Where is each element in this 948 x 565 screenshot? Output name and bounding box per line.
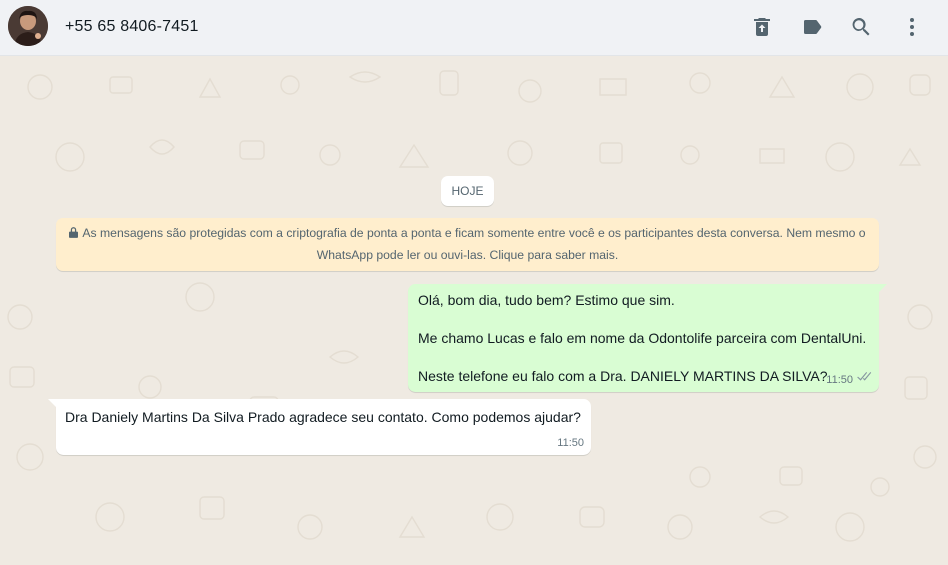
encryption-notice[interactable]: As mensagens são protegidas com a cripto…: [56, 218, 879, 271]
message-time: 11:50: [557, 437, 584, 449]
search-icon[interactable]: [849, 15, 873, 39]
delete-icon[interactable]: [750, 15, 774, 39]
message-line: Neste telefone eu falo com a Dra. DANIEL…: [418, 368, 828, 384]
message-meta: 11:50: [826, 372, 872, 388]
label-icon[interactable]: [800, 15, 824, 39]
incoming-message[interactable]: Dra Daniely Martins Da Silva Prado agrad…: [48, 399, 591, 455]
lock-icon: [69, 224, 79, 245]
message-text: Dra Daniely Martins Da Silva Prado agrad…: [65, 409, 581, 425]
message-line: Me chamo Lucas e falo em nome da Odontol…: [418, 330, 867, 346]
message-time: 11:50: [826, 373, 853, 386]
contact-name[interactable]: +55 65 8406-7451: [65, 18, 199, 36]
chat-area: HOJE As mensagens são protegidas com a c…: [0, 57, 948, 565]
menu-icon[interactable]: [900, 15, 924, 39]
encryption-notice-text: As mensagens são protegidas com a cripto…: [82, 226, 866, 262]
date-divider: HOJE: [441, 176, 494, 206]
contact-avatar[interactable]: [8, 6, 48, 46]
message-line: Olá, bom dia, tudo bem? Estimo que sim.: [418, 292, 675, 308]
double-check-icon: [856, 372, 872, 388]
chat-header: +55 65 8406-7451: [0, 0, 948, 56]
outgoing-message[interactable]: Olá, bom dia, tudo bem? Estimo que sim. …: [408, 284, 887, 392]
message-meta: 11:50: [557, 436, 584, 451]
